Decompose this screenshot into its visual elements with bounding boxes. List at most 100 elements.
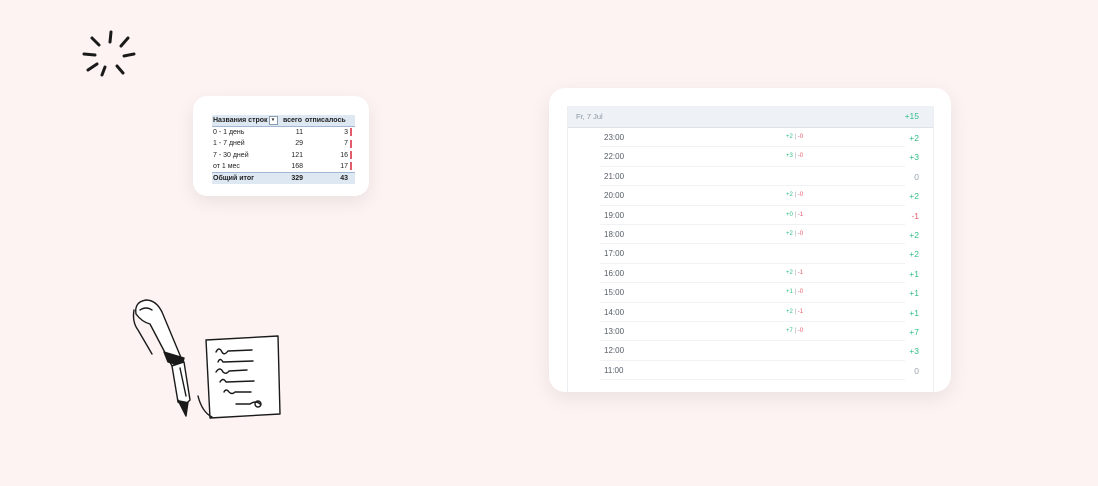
row-label: 0 - 1 день [213,129,245,137]
row-extra [349,138,355,149]
grand-total-unsubscribed: 43 [304,171,349,185]
row-time: 18:00 [604,229,625,239]
list-item: 17:00 +2 [568,244,933,265]
red-marker [350,128,352,137]
row-removed: -0 [797,327,804,334]
row-time: 17:00 [604,249,625,259]
row-net-change: +3 [909,152,919,163]
row-total: 121 [291,151,303,159]
row-time: 23:00 [604,133,625,142]
row-removed: -0 [797,134,804,140]
row-total: 29 [295,140,303,148]
row-detail: +0 | -1 [786,212,803,218]
pivot-table-card: Названия строк ▾ всего отписалось 0 - 1 д… [193,96,369,196]
stats-day-total: +15 [904,111,919,121]
row-time: 13:00 [604,326,625,336]
row-label: от 1 мес [213,162,240,170]
list-item: 19:00 +0 | -1 -1 [568,206,933,226]
pivot-header-unsubscribed: отписалось [304,115,349,128]
row-net-change: -1 [911,210,919,221]
row-removed: -0 [797,153,804,160]
red-marker [350,162,352,170]
row-time: 16:00 [604,268,625,278]
list-item: 12:00 +3 [568,341,933,362]
list-item: 15:00 +1 | -0 +1 [568,283,933,303]
red-marker [350,150,352,159]
row-removed: -0 [797,230,804,237]
table-row: 0 - 1 день 11 3 [212,127,355,139]
fountain-pen-icon [132,299,281,419]
row-added: +3 [786,153,793,160]
pivot-table: Названия строк ▾ всего отписалось 0 - 1 д… [212,115,355,185]
row-time: 21:00 [604,171,625,181]
list-item: 23:00 +2 | -0 +2 [568,128,933,148]
row-added: +2 [786,134,793,140]
row-time: 11:00 [604,365,624,375]
row-net-change: +1 [909,288,919,299]
row-detail: +2 | -0 [786,192,803,198]
row-detail: +2 | -1 [786,270,803,276]
row-removed: -1 [797,269,804,276]
list-item: 13:00 +7 | -0 +7 [568,322,933,342]
list-item: 21:00 0 [568,167,933,187]
grand-total-value: 329 [282,171,304,185]
list-item: 11:00 0 [568,361,933,381]
row-added: +1 [786,289,793,296]
pivot-header-row: Названия строк ▾ всего отписалось [212,115,355,128]
grand-total-label: Общий итог [212,171,282,185]
list-item: 16:00 +2 | -1 +1 [568,264,933,284]
list-item: 14:00 +2 | -1 +1 [568,303,933,323]
row-net-change: +2 [909,229,919,240]
row-unsubscribed: 3 [344,129,348,137]
row-net-change: +2 [909,133,919,143]
filter-dropdown-icon[interactable]: ▾ [268,115,278,125]
table-row: 7 - 30 дней 121 16 [212,150,355,161]
pivot-header-label: Названия строк [213,117,268,125]
row-label: 1 - 7 дней [213,140,245,148]
row-net-change: +2 [909,191,919,202]
row-time: 20:00 [604,191,625,201]
grand-total-extra [349,171,355,185]
pivot-header-row-labels: Названия строк ▾ [212,115,282,128]
row-added: +2 [786,308,793,315]
grand-total-row: Общий итог 329 43 [212,171,355,185]
pivot-header-total: всего [282,115,304,128]
row-net-change: 0 [914,365,919,376]
row-time: 14:00 [604,307,625,317]
row-net-change: +7 [909,326,919,337]
stats-date: Fr, 7 Jul [576,112,603,121]
row-extra [349,150,355,161]
row-removed: -1 [797,308,804,315]
row-total: 168 [291,162,303,170]
list-item: 22:00 +3 | -0 +3 [568,147,933,168]
table-row: от 1 мес 168 17 [212,161,355,173]
hourly-stats-list[interactable]: Fr, 7 Jul +15 23:00 +2 | -0 +2 22:00 +3 | -0… [567,106,934,394]
row-added: +7 [786,327,793,334]
stats-day-header: Fr, 7 Jul +15 [568,106,933,128]
row-detail: +1 | -0 [786,289,803,295]
row-net-change: 0 [914,171,919,182]
row-detail: +7 | -0 [786,328,803,334]
row-time: 15:00 [604,288,625,298]
row-label: 7 - 30 дней [213,151,249,159]
list-item: 20:00 +2 | -0 +2 [568,186,933,206]
sparkle-icon [82,30,136,77]
row-total: 11 [295,129,303,137]
row-net-change: +1 [909,268,919,279]
row-added: +2 [786,269,793,276]
pivot-header-extra [349,115,355,128]
row-added: +0 [786,211,793,218]
row-time: 12:00 [604,346,625,356]
red-marker [350,139,352,148]
row-net-change: +2 [909,249,919,260]
row-detail: +3 | -0 [786,153,803,159]
row-detail: +2 | -0 [786,231,803,237]
row-detail: +2 | -0 [786,134,803,140]
row-time: 22:00 [604,152,625,162]
stats-rows: 23:00 +2 | -0 +2 22:00 +3 | -0 +3 21:00 0 20:00 +… [568,128,933,381]
list-item: 18:00 +2 | -0 +2 [568,225,933,245]
row-unsubscribed: 17 [340,162,348,170]
row-added: +2 [786,192,793,199]
row-added: +2 [786,230,793,237]
row-unsubscribed: 16 [340,151,348,159]
